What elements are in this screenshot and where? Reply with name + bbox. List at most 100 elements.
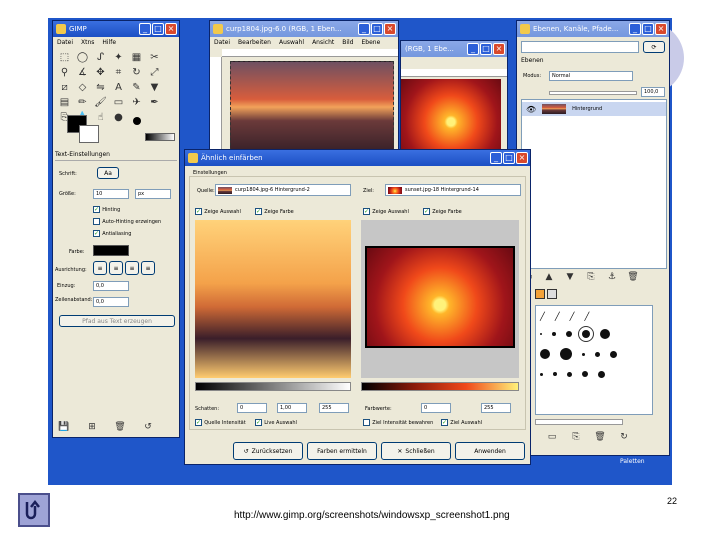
dodge-burn-tool-icon[interactable]: ● [111, 111, 126, 124]
text-color-button[interactable] [93, 245, 129, 256]
brush-spacing-slider[interactable] [535, 419, 623, 425]
maximize-button[interactable]: □ [642, 23, 654, 35]
mode-select[interactable]: Normal [549, 71, 633, 81]
smudge-tool-icon[interactable]: ☝ [93, 111, 108, 124]
hinting-row[interactable]: ✓ Hinting [93, 205, 120, 213]
eye-icon[interactable]: 👁 [526, 105, 536, 114]
delete-options-icon[interactable]: 🗑 [113, 421, 127, 433]
restore-options-icon[interactable]: ⊞ [85, 421, 99, 433]
menu-xtns[interactable]: Xtns [81, 39, 94, 46]
autohinting-row[interactable]: Auto-Hinting erzwingen [93, 217, 161, 225]
auto-button[interactable]: ⟳ [643, 41, 665, 53]
color-picker-tool-icon[interactable]: ✎ [129, 81, 144, 94]
layer-row[interactable]: 👁 Hintergrund [522, 102, 666, 116]
image-window-2-titlebar[interactable]: (RGB, 1 Ebe... _ □ × [401, 41, 507, 57]
gradient-preview[interactable] [145, 133, 175, 141]
menu-file[interactable]: Datei [57, 39, 73, 46]
menu-help[interactable]: Hilfe [102, 39, 116, 46]
orange-chip[interactable] [535, 289, 545, 299]
layers-titlebar[interactable]: Ebenen, Kanäle, Pfade... _ □ × [517, 21, 669, 37]
magnify-tool-icon[interactable]: ⚲ [57, 66, 72, 79]
crop-tool-icon[interactable]: ⌗ [111, 66, 126, 79]
paintbrush-tool-icon[interactable]: 🖌 [93, 96, 108, 109]
ellipse-select-tool-icon[interactable]: ◯ [75, 51, 90, 64]
taskbar-label[interactable]: Paletten [620, 458, 645, 465]
left-live-selection-checkbox[interactable]: ✓ [255, 418, 262, 426]
close-button[interactable]: × [493, 43, 505, 55]
left-show-selection-checkbox[interactable]: ✓ [195, 207, 202, 215]
toolbox-titlebar[interactable]: GIMP _ □ × [53, 21, 179, 37]
justify-right-button[interactable]: ≡ [109, 261, 123, 275]
new-brush-icon[interactable]: ▭ [545, 431, 559, 443]
scissors-tool-icon[interactable]: ✂ [147, 51, 162, 64]
left-intensity-row[interactable]: ✓ Quelle Intensität [195, 418, 246, 426]
minimize-button[interactable]: _ [467, 43, 479, 55]
maximize-button[interactable]: □ [371, 23, 383, 35]
size-input[interactable]: 10 [93, 189, 129, 199]
bucket-fill-tool-icon[interactable]: ▼ [147, 81, 162, 94]
menu-image[interactable]: Bild [342, 39, 353, 46]
right-intensity-checkbox[interactable] [363, 418, 370, 426]
text-tool-icon[interactable]: A [111, 81, 126, 94]
save-options-icon[interactable]: 💾 [57, 421, 71, 433]
minimize-button[interactable]: _ [358, 23, 370, 35]
refresh-brush-icon[interactable]: ↻ [617, 431, 631, 443]
minimize-button[interactable]: _ [629, 23, 641, 35]
sample-colors-button[interactable]: Farben ermitteln [307, 442, 377, 460]
image-canvas[interactable] [230, 61, 394, 159]
airbrush-tool-icon[interactable]: ✈ [129, 96, 144, 109]
dest-select[interactable]: sunset.jpg-18 Hintergrund-14 [385, 184, 521, 196]
image-window[interactable]: curp1804.jpg-6.0 (RGB, 1 Eben... _ □ × D… [209, 20, 399, 160]
scale-tool-icon[interactable]: ⤢ [147, 66, 162, 79]
close-dialog-button[interactable]: ✕ Schließen [381, 442, 451, 460]
left-live-selection-row[interactable]: ✓ Live Auswahl [255, 418, 297, 426]
reset-button[interactable]: ↺ Zurücksetzen [233, 442, 303, 460]
left-gamma-input[interactable]: 1,00 [277, 403, 307, 413]
right-selection-row[interactable]: ✓ Ziel Auswahl [441, 418, 482, 426]
close-button[interactable]: × [655, 23, 667, 35]
right-highlights-input[interactable]: 255 [481, 403, 511, 413]
anchor-layer-icon[interactable]: ⚓ [605, 271, 619, 283]
menu-file[interactable]: Datei [214, 39, 230, 46]
left-highlights-input[interactable]: 255 [319, 403, 349, 413]
justify-left-button[interactable]: ≡ [93, 261, 107, 275]
maximize-button[interactable]: □ [480, 43, 492, 55]
justify-fill-button[interactable]: ≡ [141, 261, 155, 275]
opacity-slider[interactable] [549, 91, 637, 95]
menu-edit[interactable]: Bearbeiten [238, 39, 271, 46]
image-selector[interactable] [521, 41, 639, 53]
left-show-color[interactable]: ✓ Zeige Farbe [255, 207, 294, 215]
raise-layer-icon[interactable]: ▲ [542, 271, 556, 283]
layers-dock-window[interactable]: Ebenen, Kanäle, Pfade... _ □ × ⟳ Ebenen … [516, 20, 670, 456]
justify-center-button[interactable]: ≡ [125, 261, 139, 275]
gray-chip[interactable] [547, 289, 557, 299]
font-button[interactable]: Aa [97, 167, 119, 179]
left-show-selection[interactable]: ✓ Zeige Auswahl [195, 207, 241, 215]
return-button[interactable] [18, 493, 50, 527]
right-intensity-row[interactable]: Ziel Intensität bewahren [363, 418, 433, 426]
flip-tool-icon[interactable]: ⇋ [93, 81, 108, 94]
brush-preview[interactable] [133, 117, 141, 125]
left-show-color-checkbox[interactable]: ✓ [255, 207, 262, 215]
close-button[interactable]: × [516, 152, 528, 164]
layers-tab[interactable]: Ebenen [521, 57, 544, 64]
ink-tool-icon[interactable]: ✒ [147, 96, 162, 109]
blend-tool-icon[interactable]: ▤ [57, 96, 72, 109]
duplicate-brush-icon[interactable]: ⎘ [569, 431, 583, 443]
path-from-text-button[interactable]: Pfad aus Text erzeugen [59, 315, 175, 327]
linespacing-input[interactable]: 0,0 [93, 297, 129, 307]
gimp-toolbox-window[interactable]: GIMP _ □ × Datei Xtns Hilfe ⬚ ◯ ᔑ ✦ ▦ ✂ … [52, 20, 180, 438]
right-shadows-input[interactable]: 0 [421, 403, 451, 413]
color-match-dialog[interactable]: Ähnlich einfärben _ □ × Einstellungen Qu… [184, 149, 531, 465]
menu-layer[interactable]: Ebene [362, 39, 381, 46]
fuzzy-select-tool-icon[interactable]: ✦ [111, 51, 126, 64]
maximize-button[interactable]: □ [503, 152, 515, 164]
maximize-button[interactable]: □ [152, 23, 164, 35]
opacity-input[interactable]: 100,0 [641, 87, 665, 97]
rect-select-tool-icon[interactable]: ⬚ [57, 51, 72, 64]
reset-options-icon[interactable]: ↺ [141, 421, 155, 433]
source-select[interactable]: curp1804.jpg-6 Hintergrund-2 [215, 184, 351, 196]
menu-view[interactable]: Ansicht [312, 39, 334, 46]
antialiasing-checkbox[interactable]: ✓ [93, 229, 100, 237]
image-window-2[interactable]: (RGB, 1 Ebe... _ □ × [400, 40, 508, 152]
